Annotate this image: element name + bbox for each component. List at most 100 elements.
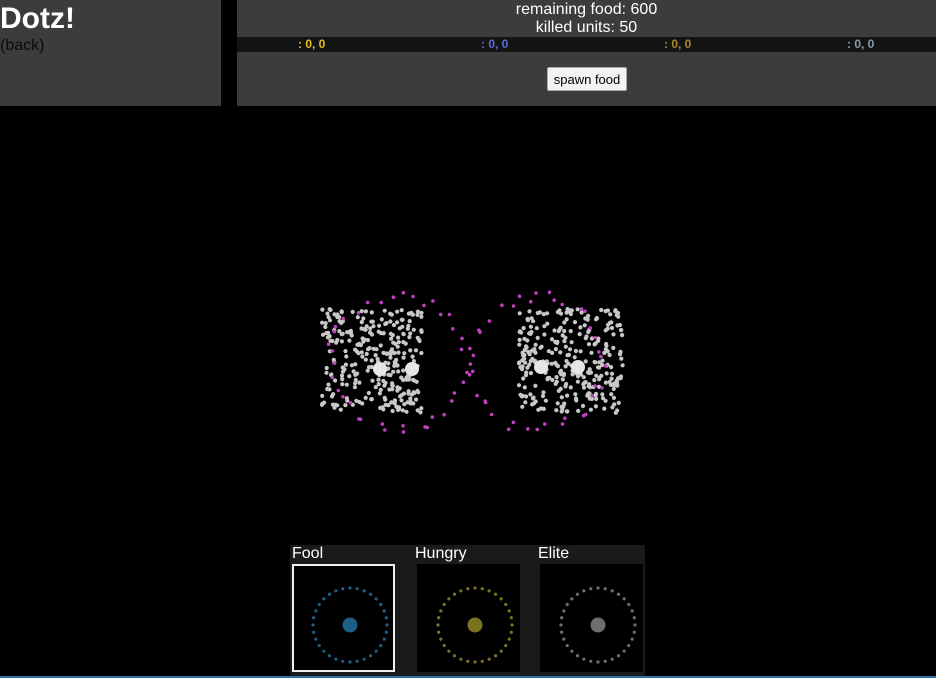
orbit-dot bbox=[622, 649, 626, 653]
food-dot bbox=[619, 356, 624, 361]
food-dot bbox=[381, 378, 386, 384]
food-dot bbox=[519, 330, 524, 335]
drone-dot bbox=[332, 329, 337, 334]
food-dot bbox=[327, 334, 332, 339]
food-dot bbox=[580, 403, 586, 409]
food-dot bbox=[531, 319, 536, 324]
orbit-dot bbox=[582, 589, 586, 593]
food-dot bbox=[594, 317, 599, 322]
food-dot bbox=[361, 339, 366, 344]
food-dot bbox=[615, 408, 620, 413]
food-dot bbox=[381, 350, 386, 355]
stats-panel: remaining food: 600 killed units: 50 : 0… bbox=[237, 0, 936, 106]
food-dot bbox=[583, 359, 588, 364]
food-dot bbox=[565, 393, 570, 398]
orbit-dot bbox=[447, 649, 451, 653]
unit-card-hungry[interactable] bbox=[417, 564, 520, 672]
food-dot bbox=[552, 328, 557, 333]
drone-dot bbox=[452, 391, 457, 395]
orbit-dot bbox=[459, 657, 463, 661]
food-dot bbox=[537, 310, 543, 315]
food-dot bbox=[339, 339, 344, 344]
drone-dot bbox=[330, 349, 335, 353]
orbit-dot bbox=[562, 609, 566, 613]
food-dot bbox=[564, 317, 569, 322]
food-dot bbox=[582, 323, 587, 328]
orbit-dot bbox=[610, 589, 614, 593]
food-dot bbox=[363, 357, 368, 362]
food-dot bbox=[618, 376, 623, 381]
drone-dot bbox=[603, 364, 608, 368]
food-dot bbox=[527, 352, 532, 357]
orbit-dot bbox=[368, 654, 373, 658]
food-dot bbox=[564, 381, 569, 387]
food-dot bbox=[323, 324, 328, 330]
orbit-dot bbox=[632, 616, 636, 620]
food-dot bbox=[417, 338, 422, 344]
orbit-dot bbox=[627, 643, 631, 648]
food-dot bbox=[320, 320, 325, 325]
drone-dot bbox=[600, 386, 604, 390]
orbit-dot bbox=[509, 630, 513, 634]
food-dot bbox=[407, 335, 412, 340]
unit-card-elite[interactable] bbox=[540, 564, 643, 672]
drone-dot bbox=[529, 299, 533, 304]
unit-card-fool[interactable] bbox=[292, 564, 395, 672]
food-dot bbox=[350, 309, 355, 314]
food-dot bbox=[389, 347, 395, 352]
food-dot bbox=[570, 372, 575, 377]
food-dot bbox=[332, 405, 337, 410]
food-dot bbox=[609, 392, 614, 397]
food-dot bbox=[556, 329, 561, 334]
drone-dot bbox=[460, 336, 464, 341]
hive-unit bbox=[373, 362, 387, 376]
food-dot bbox=[604, 371, 609, 376]
food-dot bbox=[564, 310, 569, 315]
food-dot bbox=[560, 333, 565, 338]
food-dot bbox=[339, 332, 344, 337]
orbit-dot bbox=[493, 592, 498, 596]
orbit-dot bbox=[355, 659, 359, 663]
food-dot bbox=[413, 348, 419, 353]
unit-core bbox=[590, 617, 606, 633]
orbit-dot bbox=[436, 623, 440, 627]
orbit-dot bbox=[384, 616, 388, 620]
food-dot bbox=[367, 346, 372, 351]
food-dot bbox=[611, 395, 617, 400]
unit-label-hungry: Hungry bbox=[415, 545, 467, 562]
orbit-dot bbox=[466, 659, 470, 663]
food-dot bbox=[378, 343, 383, 348]
food-dot bbox=[588, 385, 593, 390]
drone-dot bbox=[465, 370, 469, 375]
food-dot bbox=[388, 355, 393, 360]
food-dot bbox=[340, 382, 345, 387]
drone-dot bbox=[517, 294, 522, 299]
food-dot bbox=[612, 402, 617, 407]
food-dot bbox=[615, 310, 621, 316]
game-arena[interactable] bbox=[0, 106, 936, 546]
food-dot bbox=[516, 383, 522, 388]
food-dot bbox=[320, 307, 325, 312]
spawn-food-button[interactable]: spawn food bbox=[547, 67, 627, 91]
drone-dot bbox=[487, 319, 492, 323]
food-dot bbox=[572, 320, 578, 325]
food-dot bbox=[410, 312, 415, 317]
food-dot bbox=[363, 395, 368, 400]
food-dot bbox=[558, 350, 563, 355]
food-dot bbox=[555, 401, 560, 406]
food-dot bbox=[582, 380, 587, 385]
brand-panel: Dotz! (back) bbox=[0, 0, 221, 106]
drone-dot bbox=[563, 416, 567, 421]
food-dot bbox=[593, 360, 598, 365]
food-dot bbox=[415, 312, 420, 317]
food-dot bbox=[333, 378, 338, 383]
food-dot bbox=[600, 358, 605, 363]
food-dot bbox=[593, 341, 598, 346]
orbit-dot bbox=[622, 597, 626, 601]
back-link[interactable]: (back) bbox=[0, 37, 44, 55]
food-dot bbox=[338, 407, 343, 412]
elite-unit-icon bbox=[559, 586, 637, 664]
food-dot bbox=[523, 344, 529, 349]
orbit-dot bbox=[632, 630, 636, 634]
orbit-dot bbox=[437, 616, 441, 620]
